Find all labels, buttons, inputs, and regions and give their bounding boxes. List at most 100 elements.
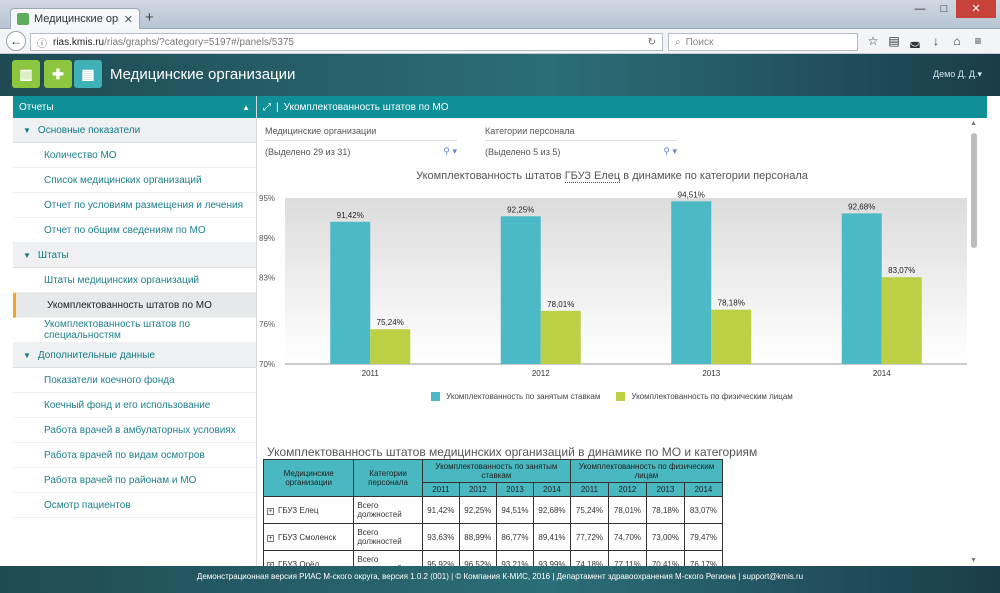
legend-swatch	[616, 392, 626, 401]
user-menu[interactable]: Демо Д. Д.▾	[933, 69, 982, 80]
browser-search-input[interactable]: ⌕ Поиск	[668, 33, 858, 51]
table-row: +ГБУЗ ОрёлВсего должностей95,92%96,52%93…	[263, 550, 723, 566]
expand-row-icon[interactable]: +	[267, 534, 274, 542]
bookmark-star-icon[interactable]: ☆	[866, 34, 880, 48]
browser-tab[interactable]: Медицинские организации ✕	[10, 8, 140, 29]
legend-label: Укомплектованность по занятым ставкам	[446, 392, 601, 401]
hospital-building-icon[interactable]: ▦	[74, 60, 102, 88]
bookmarks-list-icon[interactable]: ▤	[887, 34, 901, 48]
app-footer: Демонстрационная версия РИАС М-ского окр…	[0, 566, 1000, 593]
value-cell: 83,07%	[683, 496, 723, 524]
mo-name: ГБУЗ Смоленск	[278, 532, 336, 542]
bar	[540, 310, 581, 364]
tab-title: Медицинские организации	[34, 13, 119, 25]
sidebar-section-main[interactable]: ▼ Основные показатели	[13, 118, 256, 143]
back-icon[interactable]: ←	[6, 31, 26, 51]
sidebar-section-extra[interactable]: ▼ Дополнительные данные	[13, 343, 256, 368]
bar-value-label: 92,68%	[848, 202, 875, 211]
charts-icon[interactable]: ▥	[12, 60, 40, 88]
scroll-up-icon[interactable]: ▲	[970, 120, 977, 127]
url-bar[interactable]: ⓘ rias.kmis.ru /rias/graphs/?category=51…	[30, 33, 663, 51]
section-label: Дополнительные данные	[37, 349, 156, 361]
scroll-down-icon[interactable]: ▼	[970, 557, 977, 564]
year-header: 2014	[683, 482, 723, 497]
legend-label: Укомплектованность по физическим лицам	[631, 392, 793, 401]
download-icon[interactable]: ↓	[929, 34, 943, 48]
sidebar-item[interactable]: Количество МО	[13, 143, 256, 168]
favicon-icon	[17, 13, 29, 25]
bar	[881, 277, 922, 364]
home-icon[interactable]: ⌂	[950, 34, 964, 48]
vertical-scrollbar[interactable]: ▲ ▼	[968, 118, 980, 566]
window-close-icon[interactable]: ✕	[956, 0, 996, 18]
value-cell: 93,99%	[532, 550, 571, 566]
mo-cell[interactable]: + ГБУЗ Смоленск	[263, 523, 355, 551]
sidebar-item[interactable]: Работа врачей по районам и МО	[13, 468, 256, 493]
scrollbar-thumb[interactable]	[971, 133, 977, 248]
legend-item[interactable]: Укомплектованность по занятым ставкам	[431, 392, 600, 401]
y-tick-label: 83%	[259, 274, 275, 283]
legend-item[interactable]: Укомплектованность по физическим лицам	[616, 392, 793, 401]
search-dropdown-icon[interactable]: ⚲ ▾	[443, 146, 457, 157]
sidebar-section-staff[interactable]: ▼ Штаты	[13, 243, 256, 268]
bar	[841, 213, 882, 364]
table-title: Укомплектованность штатов медицинских ор…	[267, 445, 758, 459]
year-header: 2011	[569, 482, 609, 497]
sidebar-item[interactable]: Список медицинских организаций	[13, 168, 256, 193]
value-cell: 78,01%	[607, 496, 647, 524]
sidebar-item[interactable]: Показатели коечного фонда	[13, 368, 256, 393]
x-tick-label: 2011	[362, 369, 380, 378]
chart-title: Укомплектованность штатов ГБУЗ Елец в ди…	[257, 170, 967, 183]
filter-organizations[interactable]: Медицинские организации (Выделено 29 из …	[265, 126, 457, 157]
info-icon[interactable]: ⓘ	[37, 35, 47, 50]
filter-value: (Выделено 29 из 31)	[265, 146, 351, 157]
staffing-bar-chart: 70% 76% 83% 89% 95% 91,42% 75,24% 2011 92,25% 78,…	[259, 190, 967, 378]
url-domain: rias.kmis.ru	[53, 36, 105, 48]
value-cell: 86,77%	[495, 523, 534, 551]
sidebar-item[interactable]: Работа врачей по видам осмотров	[13, 443, 256, 468]
sidebar-item[interactable]: Отчет по общим сведениям по МО	[13, 218, 256, 243]
app-header: ▥ ✚ ▦ Медицинские организации Демо Д. Д.…	[0, 54, 1000, 96]
tab-close-icon[interactable]: ✕	[124, 13, 133, 26]
minimize-icon[interactable]: —	[908, 0, 932, 18]
mo-cell[interactable]: + ГБУЗ Орёл	[263, 550, 355, 566]
browser-toolbar-icons: ☆ ▤ ◛ ↓ ⌂ ≡	[866, 34, 985, 48]
sidebar-title: Отчеты	[19, 101, 54, 113]
value-cell: 75,24%	[569, 496, 609, 524]
sidebar-item[interactable]: Укомплектованность штатов по специальнос…	[13, 318, 256, 343]
value-cell: 74,70%	[607, 523, 647, 551]
expand-triangle-icon: ▼	[23, 350, 31, 360]
sidebar-item[interactable]: Отчет по условиям размещения и лечения	[13, 193, 256, 218]
expand-row-icon[interactable]: +	[267, 507, 274, 515]
sidebar-item-active[interactable]: Укомплектованность штатов по МО	[13, 293, 256, 318]
divider: |	[276, 101, 279, 113]
sidebar-item[interactable]: Работа врачей в амбулаторных условиях	[13, 418, 256, 443]
search-dropdown-icon[interactable]: ⚲ ▾	[663, 146, 677, 157]
sidebar-item[interactable]: Осмотр пациентов	[13, 493, 256, 518]
expand-icon[interactable]: ⤢	[263, 102, 271, 113]
chart-title-link[interactable]: ГБУЗ Елец	[564, 170, 621, 183]
mo-cell[interactable]: + ГБУЗ Елец	[263, 496, 355, 524]
value-cell: 74,18%	[569, 550, 609, 566]
search-placeholder: Поиск	[685, 36, 714, 48]
expand-triangle-icon: ▼	[23, 250, 31, 260]
chart-title-part: Укомплектованность штатов	[416, 170, 565, 182]
x-tick-label: 2013	[702, 369, 720, 378]
sidebar-item[interactable]: Коечный фонд и его использование	[13, 393, 256, 418]
medical-kit-icon[interactable]: ✚	[44, 60, 72, 88]
menu-icon[interactable]: ≡	[971, 34, 985, 48]
new-tab-icon[interactable]: +	[145, 9, 154, 26]
sidebar-header[interactable]: Отчеты ▲	[13, 96, 256, 118]
filter-staff-categories[interactable]: Категории персонала (Выделено 5 из 5) ⚲ ▾	[485, 126, 677, 157]
year-header: 2011	[421, 482, 460, 497]
sidebar-item[interactable]: Штаты медицинских организаций	[13, 268, 256, 293]
table-row: + ГБУЗ Смоленск Всего должностей 93,63% 88,9…	[263, 523, 723, 551]
pocket-icon[interactable]: ◛	[908, 34, 922, 48]
url-path: /rias/graphs/?category=5197#/panels/5375	[104, 36, 294, 48]
reload-icon[interactable]: ↻	[648, 37, 656, 48]
bar	[671, 201, 712, 364]
year-header: 2012	[458, 482, 497, 497]
maximize-icon[interactable]: □	[932, 0, 956, 18]
browser-navbar: ← ⓘ rias.kmis.ru /rias/graphs/?category=…	[0, 29, 1000, 54]
collapse-up-icon[interactable]: ▲	[242, 103, 250, 112]
